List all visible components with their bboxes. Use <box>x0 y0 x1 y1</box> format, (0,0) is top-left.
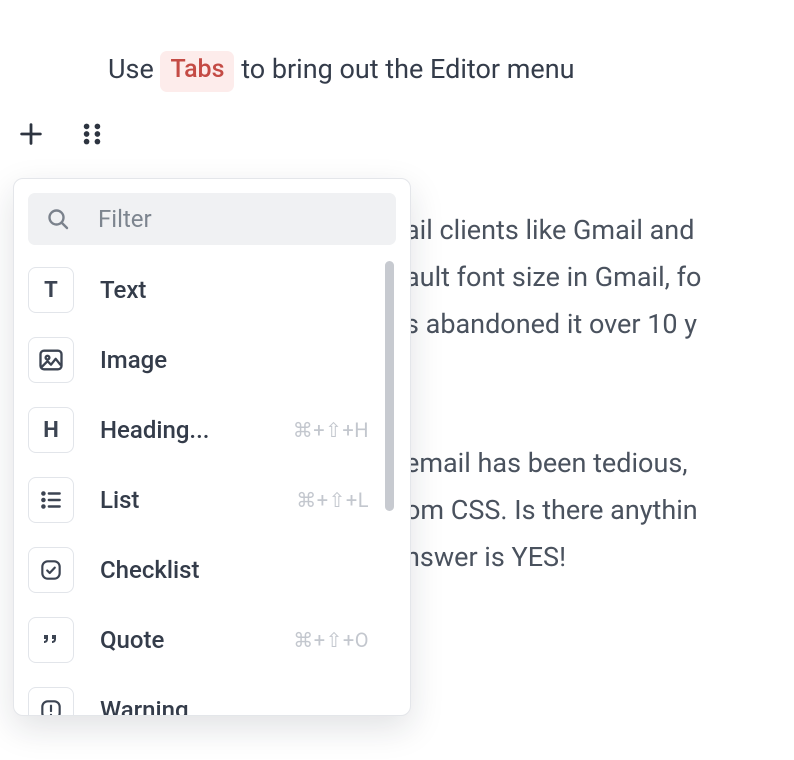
menu-item-label: Heading... <box>100 416 267 444</box>
menu-item-label: Checklist <box>100 556 393 584</box>
scrollbar-thumb[interactable] <box>385 261 394 511</box>
image-icon <box>28 337 74 383</box>
block-toolbar <box>17 120 103 148</box>
search-icon <box>46 207 70 231</box>
menu-item-label: Quote <box>100 626 267 654</box>
drag-handle[interactable] <box>81 121 103 147</box>
drag-handle-icon <box>81 121 103 147</box>
instruction-line: Use Tabs to bring out the Editor menu <box>108 52 575 93</box>
menu-item-quote[interactable]: Quote ⌘+⇧+O <box>28 611 396 669</box>
warning-icon <box>28 687 74 716</box>
menu-item-warning[interactable]: Warning <box>28 681 396 716</box>
plus-icon <box>17 120 45 148</box>
instruction-suffix: to bring out the Editor menu <box>241 53 574 85</box>
bg-line: s abandoned it over 10 y <box>405 301 794 348</box>
bg-line-gap <box>405 348 794 440</box>
menu-item-label: Warning <box>100 696 393 716</box>
quote-icon <box>28 617 74 663</box>
editor-menu-popup: T Text Image H Heading... ⌘+⇧+H List ⌘+⇧… <box>13 178 411 716</box>
heading-icon: H <box>28 407 74 453</box>
bg-line: ail clients like Gmail and <box>405 207 794 254</box>
bg-line: email has been tedious, <box>405 440 794 487</box>
bg-line: ault font size in Gmail, fo <box>405 254 794 301</box>
menu-list: T Text Image H Heading... ⌘+⇧+H List ⌘+⇧… <box>28 261 396 716</box>
add-block-button[interactable] <box>17 120 45 148</box>
menu-item-checklist[interactable]: Checklist <box>28 541 396 599</box>
bg-line: om CSS. Is there anythin <box>405 487 794 534</box>
list-icon <box>28 477 74 523</box>
menu-item-shortcut: ⌘+⇧+H <box>293 418 393 442</box>
checklist-icon <box>28 547 74 593</box>
filter-input[interactable] <box>98 205 409 233</box>
menu-item-text[interactable]: T Text <box>28 261 396 319</box>
menu-item-shortcut: ⌘+⇧+O <box>293 628 393 652</box>
bg-line: nswer is YES! <box>405 534 794 581</box>
background-text: ail clients like Gmail and ault font siz… <box>405 207 794 581</box>
menu-item-shortcut: ⌘+⇧+L <box>296 488 393 512</box>
menu-item-label: List <box>100 486 270 514</box>
text-icon: T <box>28 267 74 313</box>
menu-item-heading[interactable]: H Heading... ⌘+⇧+H <box>28 401 396 459</box>
tabs-badge: Tabs <box>160 51 234 92</box>
instruction-prefix: Use <box>108 53 154 85</box>
menu-item-label: Text <box>100 276 393 304</box>
menu-item-list[interactable]: List ⌘+⇧+L <box>28 471 396 529</box>
menu-item-label: Image <box>100 346 393 374</box>
filter-field-wrapper[interactable] <box>28 193 396 245</box>
menu-item-image[interactable]: Image <box>28 331 396 389</box>
